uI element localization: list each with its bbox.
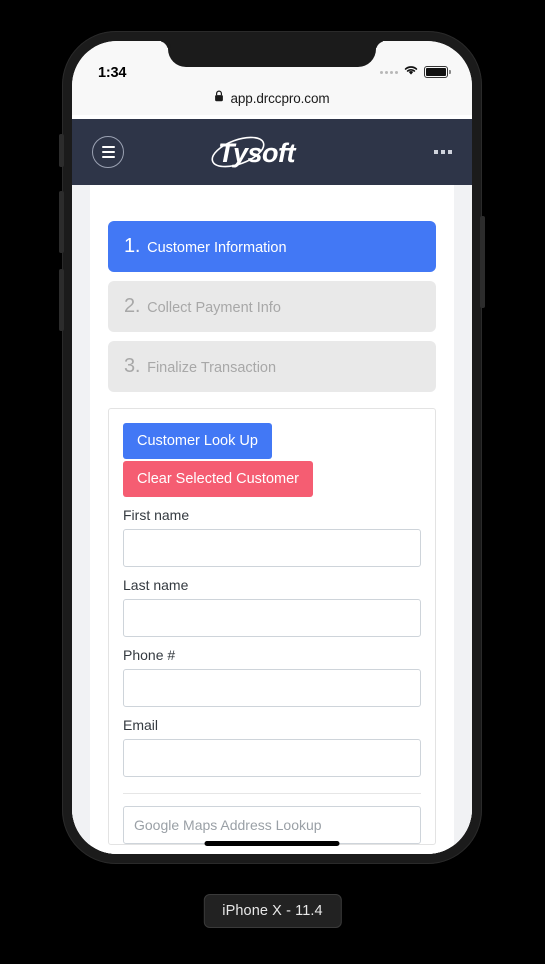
status-bar-time: 1:34 xyxy=(98,65,127,81)
google-maps-address-lookup-input[interactable] xyxy=(123,806,421,844)
content-sheet: 1. Customer Information 2. Collect Payme… xyxy=(90,185,454,854)
first-name-label: First name xyxy=(123,507,190,523)
web-page-viewport: Tysoft 1. Customer Information 2. Collec… xyxy=(72,119,472,854)
signal-dots-icon xyxy=(380,70,398,74)
customer-look-up-button[interactable]: Customer Look Up xyxy=(123,423,272,459)
card-divider xyxy=(123,793,421,794)
step-number: 1. xyxy=(124,235,141,257)
url-text: app.drccpro.com xyxy=(230,90,330,106)
silent-switch-button[interactable] xyxy=(59,134,64,167)
customer-action-buttons: Customer Look Up xyxy=(123,423,421,459)
last-name-input[interactable] xyxy=(123,599,421,637)
step-number: 2. xyxy=(124,295,141,317)
device-caption-label: iPhone X - 11.4 xyxy=(203,894,342,928)
status-bar-indicators xyxy=(380,63,451,81)
clear-customer-row: Clear Selected Customer xyxy=(123,461,421,497)
step-finalize-transaction[interactable]: 3. Finalize Transaction xyxy=(108,341,436,392)
field-email: Email xyxy=(123,717,421,777)
iphone-x-device-frame: 1:34 app.drccpro.com Tysoft 1. Customer … xyxy=(59,31,485,864)
field-phone: Phone # xyxy=(123,647,421,707)
tysoft-orbit-logo-icon: Tysoft xyxy=(211,136,297,168)
first-name-input[interactable] xyxy=(123,529,421,567)
device-notch xyxy=(168,41,376,67)
field-last-name: Last name xyxy=(123,577,421,637)
field-address-lookup xyxy=(123,806,421,844)
step-label: Finalize Transaction xyxy=(147,360,277,376)
phone-label: Phone # xyxy=(123,647,176,663)
power-button[interactable] xyxy=(480,216,485,308)
step-collect-payment-info[interactable]: 2. Collect Payment Info xyxy=(108,281,436,332)
volume-up-button[interactable] xyxy=(59,191,64,253)
lock-icon xyxy=(214,89,224,107)
clear-selected-customer-button[interactable]: Clear Selected Customer xyxy=(123,461,313,497)
phone-input[interactable] xyxy=(123,669,421,707)
last-name-label: Last name xyxy=(123,577,189,593)
page-content-area: 1. Customer Information 2. Collect Payme… xyxy=(72,185,472,854)
more-options-icon[interactable] xyxy=(434,150,452,154)
step-number: 3. xyxy=(124,355,141,377)
simulator-stage: 1:34 app.drccpro.com Tysoft 1. Customer … xyxy=(0,0,545,964)
tysoft-brand-logo[interactable]: Tysoft xyxy=(208,132,336,172)
battery-full-icon xyxy=(424,66,451,78)
customer-information-card: Customer Look Up Clear Selected Customer… xyxy=(108,408,436,845)
app-navbar: Tysoft xyxy=(72,119,472,185)
browser-url-bar[interactable]: app.drccpro.com xyxy=(72,85,472,115)
step-customer-information[interactable]: 1. Customer Information xyxy=(108,221,436,272)
home-indicator[interactable] xyxy=(204,841,340,846)
device-screen: 1:34 app.drccpro.com Tysoft 1. Customer … xyxy=(72,41,472,854)
volume-down-button[interactable] xyxy=(59,269,64,331)
wifi-icon xyxy=(403,63,419,81)
hamburger-menu-icon[interactable] xyxy=(92,136,124,168)
step-label: Customer Information xyxy=(147,240,287,256)
step-label: Collect Payment Info xyxy=(147,300,281,316)
field-first-name: First name xyxy=(123,507,421,567)
svg-text:Tysoft: Tysoft xyxy=(218,138,297,168)
email-input[interactable] xyxy=(123,739,421,777)
email-label: Email xyxy=(123,717,159,733)
